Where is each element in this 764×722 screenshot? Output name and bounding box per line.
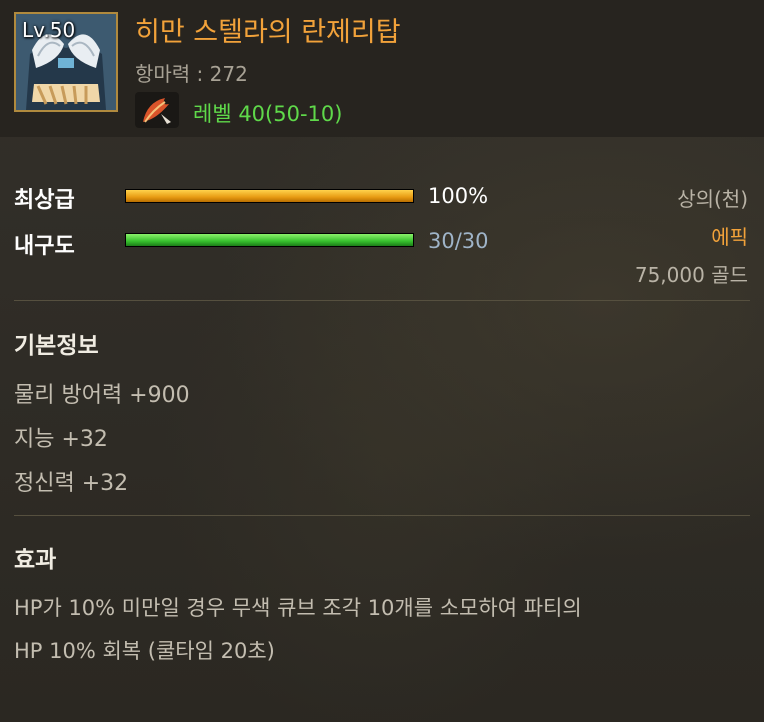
durability-label: 내구도 xyxy=(14,234,75,259)
item-tooltip: Lv.50 히만 스텔라의 란제리탑 항마력 : 272 레벨 40(50-10… xyxy=(0,0,764,722)
lingerie-top-icon: Lv.50 xyxy=(14,12,118,112)
item-attack-stat: 항마력 : 272 xyxy=(135,62,248,86)
quality-bar-fill xyxy=(126,190,413,202)
effect-line: HP가 10% 미만일 경우 무색 큐브 조각 10개를 소모하여 파티의 xyxy=(14,596,582,620)
tooltip-header: Lv.50 히만 스텔라의 란제리탑 항마력 : 272 레벨 40(50-10… xyxy=(0,0,764,137)
basic-info-title: 기본정보 xyxy=(14,333,99,359)
item-slot: 상의(천) xyxy=(677,187,748,211)
item-price: 75,000 골드 xyxy=(634,263,748,287)
basic-info-line: 정신력 +32 xyxy=(14,471,129,496)
durability-value: 30/30 xyxy=(428,229,489,253)
effects-title: 효과 xyxy=(14,547,57,573)
feather-quill-icon xyxy=(135,92,179,128)
item-rarity: 에픽 xyxy=(711,225,748,249)
durability-bar xyxy=(125,233,414,247)
quality-bar xyxy=(125,189,414,203)
divider xyxy=(14,515,750,516)
item-level-badge: Lv.50 xyxy=(22,18,76,42)
quality-label: 최상급 xyxy=(14,188,75,213)
effect-line: HP 10% 회복 (쿨타임 20초) xyxy=(14,639,275,663)
divider xyxy=(14,300,750,301)
durability-bar-fill xyxy=(126,234,413,246)
quality-value: 100% xyxy=(428,184,489,208)
basic-info-line: 지능 +32 xyxy=(14,427,108,452)
item-name: 히만 스텔라의 란제리탑 xyxy=(135,17,401,48)
basic-info-line: 물리 방어력 +900 xyxy=(14,383,190,408)
level-requirement: 레벨 40(50-10) xyxy=(193,102,343,126)
